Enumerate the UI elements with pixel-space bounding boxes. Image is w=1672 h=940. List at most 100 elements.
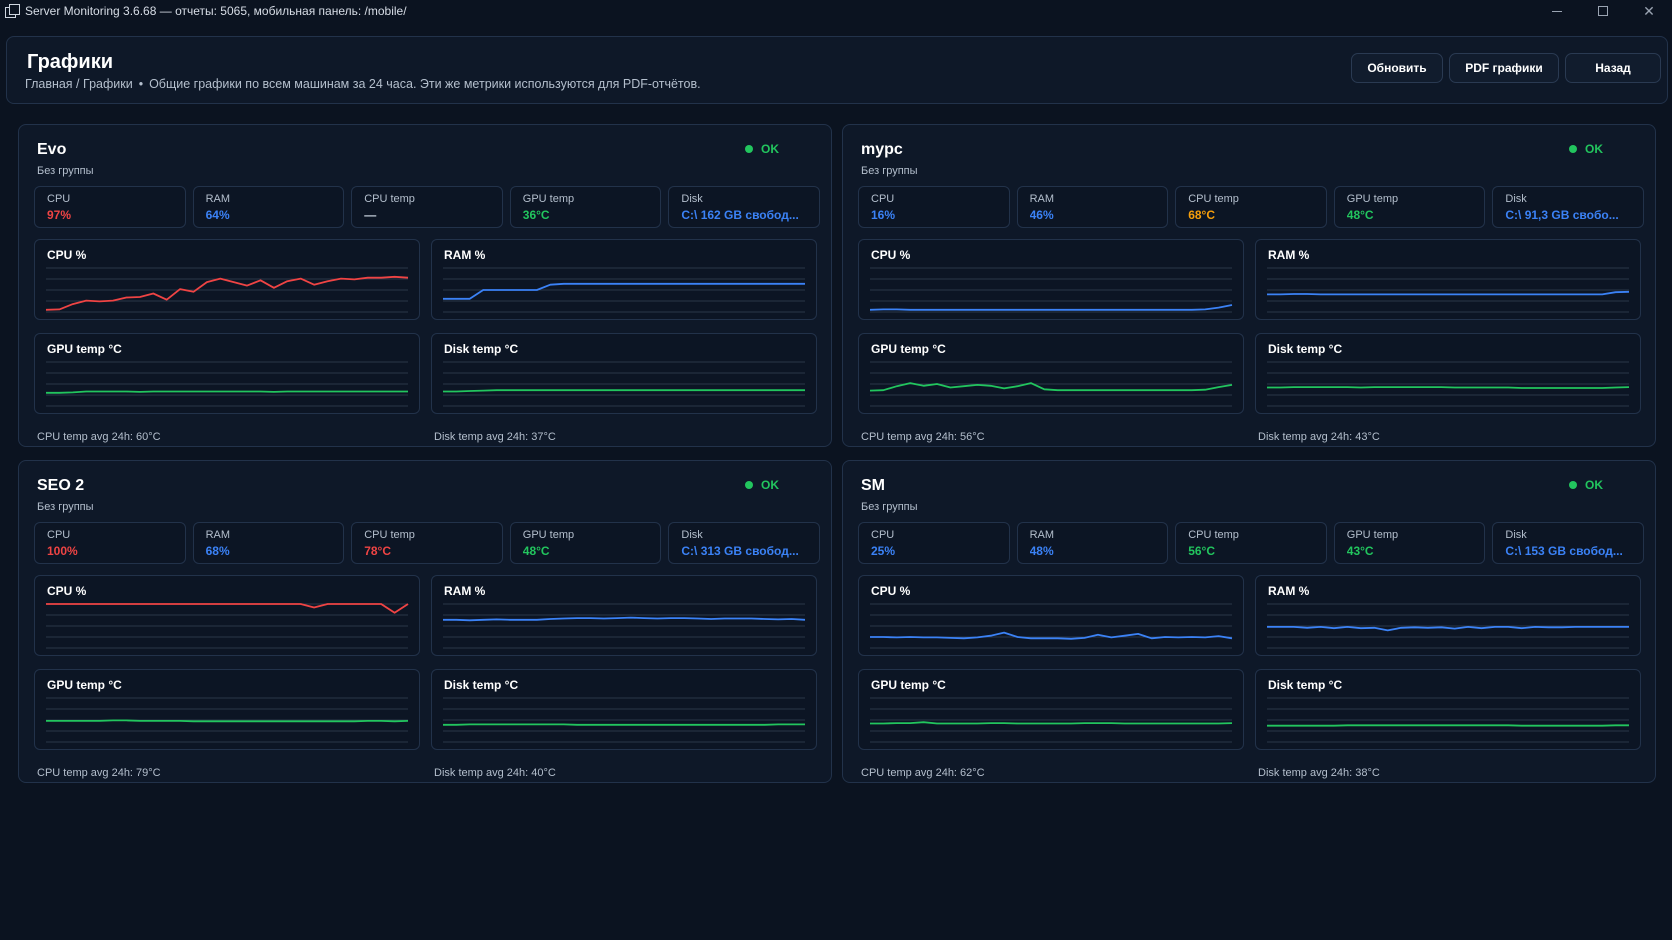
metric-label: RAM bbox=[1029, 529, 1055, 541]
metric-value: 16% bbox=[871, 208, 896, 222]
chart-svg bbox=[46, 697, 409, 743]
cpu-temp-average: CPU temp avg 24h: 62°C bbox=[861, 767, 985, 779]
chart-series-line bbox=[46, 390, 408, 394]
metric-label: GPU temp bbox=[522, 193, 575, 205]
close-button[interactable]: ✕ bbox=[1626, 0, 1672, 22]
chart-title: GPU temp °C bbox=[47, 678, 122, 692]
metric-label: Disk bbox=[681, 529, 703, 541]
metric-cpu: CPU 100% bbox=[34, 522, 186, 564]
chart-svg bbox=[1267, 361, 1630, 407]
metric-disk: Disk C:\ 91,3 GB свобо... bbox=[1492, 186, 1644, 228]
chart-svg bbox=[870, 697, 1233, 743]
metric-ram: RAM 46% bbox=[1016, 186, 1169, 228]
chart-series-line bbox=[443, 282, 805, 300]
metric-label: Disk bbox=[1505, 529, 1527, 541]
disk-temp-average: Disk temp avg 24h: 43°C bbox=[1258, 431, 1380, 443]
minimize-icon bbox=[1552, 10, 1562, 12]
chart-cpu: CPU % bbox=[34, 575, 420, 656]
chart-disk-temp: Disk temp °C bbox=[431, 669, 817, 750]
refresh-button[interactable]: Обновить bbox=[1351, 53, 1443, 83]
breadcrumb[interactable]: Главная / Графики bbox=[25, 77, 133, 91]
metric-label: CPU temp bbox=[1188, 529, 1239, 541]
metric-cpu: CPU 25% bbox=[858, 522, 1010, 564]
chart-svg bbox=[443, 603, 806, 649]
chart-series-line bbox=[870, 631, 1233, 640]
metrics-row: CPU 16% RAM 46% CPU temp 68°C GPU temp 48°C … bbox=[858, 186, 1644, 228]
machine-card: SEO 2 Без группы OK CPU 100% RAM 68% CPU t… bbox=[18, 460, 832, 783]
metric-value: 48°C bbox=[522, 544, 550, 558]
chart-ram: RAM % bbox=[431, 575, 817, 656]
status-badge: OK bbox=[745, 478, 779, 492]
metric-value: 97% bbox=[47, 208, 72, 222]
chart-ram: RAM % bbox=[431, 239, 817, 320]
chart-svg bbox=[1267, 267, 1630, 313]
status-label: OK bbox=[1585, 142, 1603, 156]
machine-card: SM Без группы OK CPU 25% RAM 48% CPU temp 5… bbox=[842, 460, 1656, 783]
metric-disk: Disk C:\ 313 GB свобод... bbox=[668, 522, 820, 564]
metric-value: 68% bbox=[205, 544, 230, 558]
chart-svg bbox=[443, 361, 805, 407]
machine-group: Без группы bbox=[861, 165, 918, 177]
chart-svg bbox=[443, 267, 805, 313]
cpu-temp-average: CPU temp avg 24h: 60°C bbox=[37, 431, 161, 443]
metrics-row: CPU 100% RAM 68% CPU temp 78°C GPU temp 48°C… bbox=[34, 522, 820, 564]
metric-label: CPU temp bbox=[364, 193, 415, 205]
pdf-charts-button[interactable]: PDF графики bbox=[1449, 53, 1559, 83]
metric-value: 25% bbox=[871, 544, 896, 558]
metric-ram: RAM 68% bbox=[192, 522, 345, 564]
status-label: OK bbox=[761, 478, 779, 492]
metric-cpu: CPU 97% bbox=[34, 186, 186, 228]
metric-cpu-temp: CPU temp — bbox=[351, 186, 503, 228]
chart-title: RAM % bbox=[444, 248, 486, 262]
metric-ram: RAM 64% bbox=[192, 186, 345, 228]
status-dot-icon bbox=[745, 481, 753, 489]
chart-svg bbox=[1267, 603, 1629, 649]
chart-gpu-temp: GPU temp °C bbox=[858, 333, 1244, 414]
metric-cpu-temp: CPU temp 56°C bbox=[1175, 522, 1327, 564]
maximize-button[interactable] bbox=[1580, 0, 1626, 22]
metric-label: CPU bbox=[47, 193, 71, 205]
machine-card: Evo Без группы OK CPU 97% RAM 64% CPU temp… bbox=[18, 124, 832, 447]
metric-value: C:\ 162 GB свобод... bbox=[681, 208, 799, 222]
machine-name: SM bbox=[861, 477, 885, 494]
minimize-button[interactable] bbox=[1534, 0, 1580, 22]
chart-title: RAM % bbox=[1268, 584, 1310, 598]
status-badge: OK bbox=[1569, 142, 1603, 156]
status-dot-icon bbox=[1569, 145, 1577, 153]
back-button[interactable]: Назад bbox=[1565, 53, 1661, 83]
chart-gpu-temp: GPU temp °C bbox=[858, 669, 1244, 750]
metric-value: 48% bbox=[1029, 544, 1054, 558]
metric-gpu-temp: GPU temp 48°C bbox=[1333, 186, 1486, 228]
metric-value: C:\ 153 GB свобод... bbox=[1505, 544, 1623, 558]
chart-ram: RAM % bbox=[1255, 239, 1641, 320]
chart-disk-temp: Disk temp °C bbox=[1255, 333, 1641, 414]
metric-label: CPU temp bbox=[364, 529, 415, 541]
metric-value: 48°C bbox=[1346, 208, 1374, 222]
metric-label: CPU bbox=[871, 529, 895, 541]
metric-value: 56°C bbox=[1188, 544, 1215, 558]
chart-svg bbox=[870, 603, 1233, 649]
chart-series-line bbox=[1267, 625, 1629, 632]
chart-title: Disk temp °C bbox=[1268, 678, 1343, 692]
chart-svg bbox=[46, 361, 408, 407]
metric-label: RAM bbox=[205, 529, 231, 541]
chart-cpu: CPU % bbox=[858, 575, 1244, 656]
window-titlebar: Server Monitoring 3.6.68 — отчеты: 5065,… bbox=[0, 0, 1672, 22]
metric-label: Disk bbox=[1505, 193, 1527, 205]
metric-cpu-temp: CPU temp 68°C bbox=[1175, 186, 1327, 228]
metric-cpu: CPU 16% bbox=[858, 186, 1010, 228]
metric-label: CPU bbox=[47, 529, 71, 541]
disk-temp-average: Disk temp avg 24h: 40°C bbox=[434, 767, 556, 779]
cpu-temp-average: CPU temp avg 24h: 79°C bbox=[37, 767, 161, 779]
chart-cpu: CPU % bbox=[858, 239, 1244, 320]
metrics-row: CPU 97% RAM 64% CPU temp — GPU temp 36°C Dis… bbox=[34, 186, 820, 228]
metrics-row: CPU 25% RAM 48% CPU temp 56°C GPU temp 43°C … bbox=[858, 522, 1644, 564]
metric-label: RAM bbox=[1029, 193, 1055, 205]
close-icon: ✕ bbox=[1643, 2, 1655, 19]
chart-svg bbox=[443, 697, 805, 743]
chart-title: CPU % bbox=[47, 248, 87, 262]
machine-name: mypc bbox=[861, 141, 903, 158]
metric-label: GPU temp bbox=[1346, 193, 1399, 205]
chart-series-line bbox=[46, 603, 409, 614]
chart-svg bbox=[46, 603, 409, 649]
